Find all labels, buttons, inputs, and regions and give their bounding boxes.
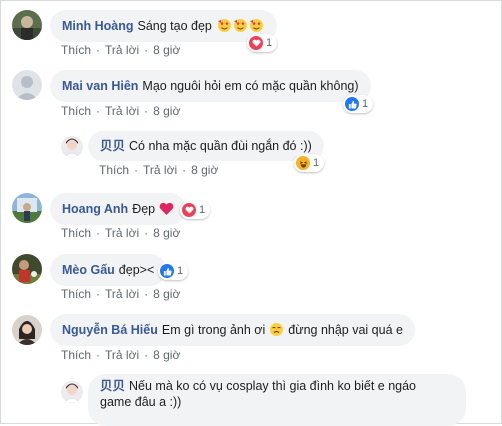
commenter-name[interactable]: Mai van Hiên [62, 78, 138, 94]
reaction-count: 1 [266, 37, 273, 49]
comment-bubble: Mai van Hiên Mạo nguôi hỏi em có mặc quầ… [50, 70, 371, 102]
comment-actions: Thích · Trả lời · 8 giờ [61, 348, 180, 362]
timestamp[interactable]: 8 giờ [153, 43, 180, 57]
comment-text: Em gì trong ảnh ơi [161, 323, 266, 337]
separator-dot: · [96, 287, 101, 301]
comment-bubble: 贝贝 Có nha mặc quần đùi ngắn đó :)) [88, 131, 324, 161]
heart-reaction-icon [182, 203, 196, 217]
reaction-count: 1 [362, 98, 369, 110]
reaction-summary[interactable]: 1 [180, 201, 211, 219]
separator-dot: · [96, 43, 101, 57]
separator-dot: · [144, 43, 149, 57]
separator-dot: · [144, 348, 149, 362]
timestamp[interactable]: 8 giờ [191, 163, 218, 177]
comment-text: Mạo nguôi hỏi em có mặc quần không) [142, 79, 359, 93]
reply-link[interactable]: Trả lời [143, 163, 177, 177]
heart-reaction-icon [249, 36, 263, 50]
avatar[interactable] [61, 381, 83, 403]
separator-dot: · [96, 104, 101, 118]
like-link[interactable]: Thích [61, 226, 91, 240]
comments-panel: Minh Hoàng Sáng tạo đẹp 1 Thích · Trả lời ·… [0, 0, 502, 426]
like-link[interactable]: Thích [99, 163, 129, 177]
avatar[interactable] [12, 70, 42, 100]
reaction-summary[interactable]: 1 [343, 95, 374, 113]
comment-text: đẹp>< [118, 263, 155, 277]
comment-text: Có nha mặc quần đùi ngắn đó :)) [129, 139, 312, 153]
reply-link[interactable]: Trả lời [105, 348, 139, 362]
comment-text: đừng nhập vai quá e [288, 323, 403, 337]
separator-dot: · [96, 226, 101, 240]
commenter-name[interactable]: Minh Hoàng [62, 18, 134, 34]
separator-dot: · [144, 226, 149, 240]
comment-text: Sáng tạo đẹp [137, 19, 212, 33]
reply-link[interactable]: Trả lời [105, 226, 139, 240]
reaction-summary[interactable]: 1 [247, 34, 278, 52]
commenter-name[interactable]: Mèo Gấu [62, 262, 115, 278]
separator-dot: · [96, 348, 101, 362]
reaction-count: 1 [313, 157, 320, 169]
reply-link[interactable]: Trả lời [105, 43, 139, 57]
separator-dot: · [144, 104, 149, 118]
avatar[interactable] [61, 136, 83, 158]
comment-bubble: Minh Hoàng Sáng tạo đẹp [50, 10, 277, 42]
reply-link[interactable]: Trả lời [105, 104, 139, 118]
reaction-count: 1 [199, 204, 206, 216]
commenter-name[interactable]: Hoang Anh [62, 201, 128, 217]
separator-dot: · [134, 163, 139, 177]
timestamp[interactable]: 8 giờ [153, 104, 180, 118]
avatar[interactable] [12, 10, 42, 40]
like-reaction-icon [345, 97, 359, 111]
timestamp[interactable]: 8 giờ [153, 226, 180, 240]
red-heart-emoji-icon [159, 201, 174, 217]
commenter-name[interactable]: 贝贝 [100, 138, 125, 154]
avatar[interactable] [12, 254, 42, 284]
reply-link[interactable]: Trả lời [105, 287, 139, 301]
comment-bubble: 贝贝 Nếu mà ko có vụ cosplay thì gia đình k… [88, 374, 466, 426]
heart-eyes-emoji-icon [217, 18, 265, 34]
reaction-count: 1 [177, 265, 184, 277]
like-link[interactable]: Thích [61, 287, 91, 301]
separator-dot: · [182, 163, 187, 177]
like-link[interactable]: Thích [61, 104, 91, 118]
comment-actions: Thích · Trả lời · 8 giờ [61, 104, 180, 118]
comment-bubble: Hoang Anh Đẹp [50, 193, 187, 225]
disappointed-face-emoji-icon [269, 322, 284, 338]
timestamp[interactable]: 8 giờ [153, 287, 180, 301]
comment-text: game đâu a :)) [100, 395, 182, 409]
avatar[interactable] [12, 315, 42, 345]
reaction-summary[interactable]: 1 [294, 154, 325, 172]
timestamp[interactable]: 8 giờ [153, 348, 180, 362]
like-link[interactable]: Thích [61, 348, 91, 362]
comment-text: Đẹp [132, 202, 156, 216]
like-reaction-icon [160, 264, 174, 278]
commenter-name[interactable]: 贝贝 [100, 379, 125, 393]
avatar[interactable] [12, 193, 42, 223]
reaction-summary[interactable]: 1 [158, 262, 189, 280]
comment-text: Nếu mà ko có vụ cosplay thì gia đình ko … [129, 379, 416, 393]
separator-dot: · [144, 287, 149, 301]
comment-actions: Thích · Trả lời · 8 giờ [61, 287, 180, 301]
comment-bubble: Nguyễn Bá Hiếu Em gì trong ảnh ơi đừng n… [50, 314, 415, 346]
comment-actions: Thích · Trả lời · 8 giờ [61, 226, 180, 240]
comment-actions: Thích · Trả lời · 8 giờ [99, 163, 218, 177]
commenter-name[interactable]: Nguyễn Bá Hiếu [62, 322, 158, 338]
like-link[interactable]: Thích [61, 43, 91, 57]
comment-actions: Thích · Trả lời · 8 giờ [61, 43, 180, 57]
haha-reaction-icon [296, 156, 310, 170]
comment-bubble: Mèo Gấu đẹp>< [50, 254, 167, 286]
